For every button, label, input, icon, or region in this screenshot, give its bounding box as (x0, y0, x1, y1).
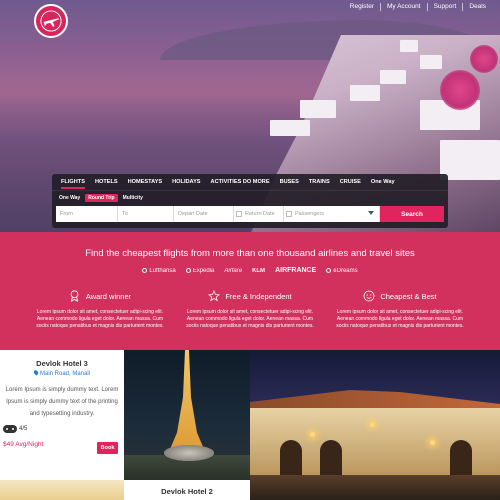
to-field[interactable]: To (118, 206, 174, 222)
partner-logos: Lufthansa Expedia Airfare KLM AIRFRANCE … (0, 267, 500, 274)
rating-value: 4/5 (19, 426, 28, 432)
lufthansa-logo-icon (142, 268, 148, 273)
feature-title: Free & Independent (225, 291, 292, 301)
feature-text: Lorem ipsum dolor sit amet, consectetuer… (336, 309, 464, 329)
partner-expedia: Expedia (185, 268, 214, 274)
smile-icon (363, 290, 375, 302)
support-link[interactable]: Support (428, 3, 464, 11)
tab-holidays[interactable]: HOLIDAYS (167, 174, 205, 191)
search-fields: From To Depart Date Return Date Passenge… (56, 206, 444, 222)
edreams-logo-icon (326, 268, 332, 273)
feature-free: Free & Independent Lorem ipsum dolor sit… (180, 290, 320, 330)
hotel-name-2[interactable]: Devlok Hotel 2 (124, 487, 250, 496)
depart-date-placeholder: Depart Date (178, 211, 208, 217)
partner-airfare: Airfare (224, 267, 243, 274)
partner-lufthansa: Lufthansa (142, 268, 176, 274)
hotel-name[interactable]: Devlok Hotel 3 (0, 359, 124, 368)
map-pin-icon (32, 369, 40, 376)
tab-flights[interactable]: FLIGHTS (56, 174, 90, 191)
register-link[interactable]: Register (344, 3, 381, 11)
passengers-icon (286, 211, 292, 217)
to-placeholder: To (122, 211, 128, 217)
logo[interactable] (34, 4, 68, 38)
tab-cruise[interactable]: CRUISE (335, 174, 366, 191)
star-icon (208, 290, 221, 302)
tab-homestays[interactable]: HOMESTAYS (123, 174, 168, 191)
from-placeholder: From (60, 211, 73, 217)
feature-cheapest: Cheapest & Best Lorem ipsum dolor sit am… (330, 290, 470, 330)
tripadvisor-icon (3, 425, 17, 433)
tab-trains[interactable]: TRAINS (304, 174, 335, 191)
feature-list: Award winner Lorem ipsum dolor sit amet,… (30, 290, 470, 330)
villa-image (250, 350, 500, 500)
hotel-rating: 4/5 (3, 425, 27, 433)
calendar-icon (236, 211, 242, 217)
trip-multicity[interactable]: Multicity (120, 194, 146, 202)
feature-text: Lorem ipsum dolor sit amet, consectetuer… (186, 309, 314, 329)
eiffel-tower-image (124, 350, 250, 480)
hotel-price: $49 Avg/Night (3, 441, 44, 448)
return-date-placeholder: Return Date (245, 211, 275, 217)
tab-one-way[interactable]: One Way (366, 174, 400, 191)
tab-hotels[interactable]: HOTELS (90, 174, 123, 191)
partner-edreams: eDreams (326, 268, 358, 274)
trip-type-selector: One Way Round Trip Multicity (56, 194, 148, 202)
search-tabs: FLIGHTS HOTELS HOMESTAYS HOLIDAYS ACTIVI… (52, 174, 448, 191)
tab-buses[interactable]: BUSES (275, 174, 304, 191)
passengers-select[interactable]: Passengers (284, 206, 380, 222)
from-field[interactable]: From (56, 206, 118, 222)
airplane-icon (40, 10, 62, 32)
top-nav: Register My Account Support Deals (344, 3, 492, 11)
trip-round-trip[interactable]: Round Trip (85, 194, 118, 202)
award-icon (69, 290, 81, 302)
tab-activities[interactable]: ACTIVITIES DO MORE (206, 174, 275, 191)
search-panel: FLIGHTS HOTELS HOMESTAYS HOLIDAYS ACTIVI… (52, 174, 448, 228)
passengers-placeholder: Passengers (295, 211, 325, 217)
hotel-description: Lorem Ipsum is simply dummy text. Lorem … (5, 387, 119, 417)
return-date-field[interactable]: Return Date (234, 206, 284, 222)
trip-one-way[interactable]: One Way (56, 194, 83, 202)
feature-text: Lorem ipsum dolor sit amet, consectetuer… (36, 309, 164, 329)
feature-award: Award winner Lorem ipsum dolor sit amet,… (30, 290, 170, 330)
feature-title: Award winner (85, 291, 132, 301)
chevron-down-icon (368, 211, 374, 215)
expedia-logo-icon (185, 268, 191, 273)
my-account-link[interactable]: My Account (381, 3, 428, 11)
search-button[interactable]: Search (380, 206, 444, 222)
hotel-location[interactable]: Main Road, Manali (0, 369, 124, 377)
book-button[interactable]: Book (97, 442, 118, 454)
partner-klm: KLM (252, 267, 266, 274)
band-headline: Find the cheapest flights from more than… (85, 248, 415, 259)
deals-link[interactable]: Deals (463, 3, 492, 11)
feature-title: Cheapest & Best (380, 291, 437, 301)
next-card-image (0, 480, 124, 500)
depart-date-field[interactable]: Depart Date (174, 206, 234, 222)
partner-airfrance: AIRFRANCE (275, 267, 317, 274)
